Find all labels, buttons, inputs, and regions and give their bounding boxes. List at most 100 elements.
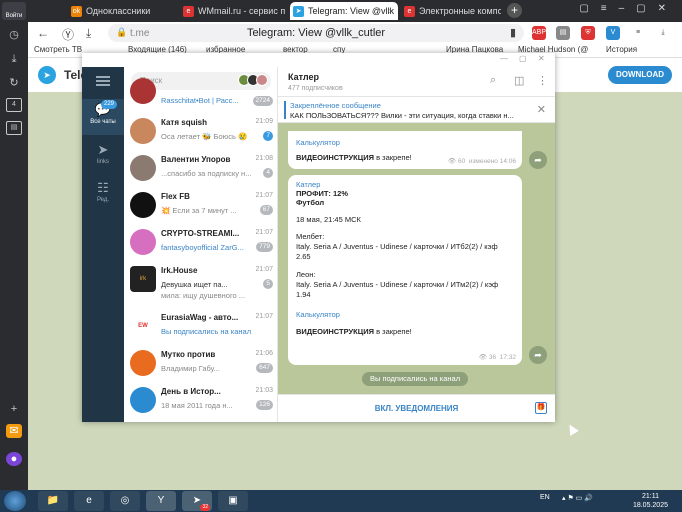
start-button[interactable]: [4, 491, 26, 511]
chat-item[interactable]: Rasschitat•Bot | Расс... 2724: [124, 78, 277, 112]
chat-preview: 💥 Если за 7 минут ...: [161, 206, 237, 215]
folder-links[interactable]: ➤ links: [82, 139, 124, 175]
download-button[interactable]: DOWNLOAD: [608, 66, 672, 84]
message-bubble[interactable]: Калькулятор ВИДЕОИНСТРУКЦИЯ в закрепе! 👁…: [288, 131, 522, 169]
downloads-icon[interactable]: ⤓: [6, 52, 22, 66]
clock-date: 18.05.2025: [632, 502, 668, 509]
message-text: в закрепе!: [374, 327, 412, 336]
page-title: Telegram: View @vllk_cutler: [246, 27, 386, 39]
abp-icon[interactable]: ABP: [532, 26, 546, 40]
chat-item[interactable]: Мутко против 21:06 Владимир Габу... 647: [124, 346, 277, 382]
odds-1: 2.65: [296, 252, 311, 261]
unread-badge: 4: [263, 168, 273, 178]
chat-item[interactable]: Flex FB 21:07 💥 Если за 7 минут ... 67: [124, 188, 277, 224]
telegram-taskbar-icon[interactable]: ➤ 32: [182, 491, 212, 511]
alice-icon[interactable]: ●: [6, 452, 22, 466]
download-icon[interactable]: ⤓: [86, 26, 91, 41]
telegram-window: — ▢ ✕ 💬 229 Все чаты ➤ links ☷ Ред. Поис…: [82, 53, 555, 422]
message-meta: 👁 36 17:32: [478, 354, 516, 361]
chat-item[interactable]: День в Истор... 21:03 18 мая 2011 года н…: [124, 383, 277, 419]
calculator-link[interactable]: Калькулятор: [296, 138, 514, 147]
add-icon[interactable]: +: [6, 402, 22, 416]
shield-icon[interactable]: ⛨: [581, 26, 595, 40]
message-bold-text: ВИДЕОИНСТРУКЦИЯ: [296, 153, 375, 162]
telegram-unread-badge: 32: [200, 504, 210, 511]
view-count: 60: [457, 158, 466, 165]
forward-icon[interactable]: ➦: [529, 151, 547, 169]
bookmaker-2: Леон:: [296, 270, 316, 279]
bookmark-icon[interactable]: ▮: [510, 26, 516, 39]
search-icon[interactable]: ⌕: [490, 74, 496, 87]
channel-header[interactable]: Катлер 477 подписчиков ⌕ ◫ ⋮: [278, 67, 555, 97]
yandex-icon: e: [404, 6, 415, 17]
tab-counter-icon[interactable]: 4: [6, 98, 22, 112]
menu-icon[interactable]: ≡: [631, 26, 645, 40]
mail-icon[interactable]: ✉: [6, 424, 22, 438]
tab-wmmail[interactable]: e WMmail.ru - сервис по: [180, 2, 285, 20]
close-pinned-icon[interactable]: ✕: [537, 103, 546, 116]
chat-time: 21:09: [255, 118, 273, 125]
gift-icon[interactable]: 🎁: [535, 402, 547, 414]
folder-label: Ред.: [96, 197, 110, 203]
forward-icon[interactable]: ➦: [529, 346, 547, 364]
yandex-home-icon[interactable]: Ⓨ: [62, 26, 74, 43]
unread-badge: 2724: [252, 96, 273, 106]
ie-icon[interactable]: e: [74, 491, 104, 511]
chat-preview: Оса летает 🐝 Боюсь 😢: [161, 132, 248, 141]
vpn-icon[interactable]: V: [606, 26, 620, 40]
chat-item[interactable]: Валентин Упоров 21:08 ...спасибо за подп…: [124, 151, 277, 187]
new-tab-button[interactable]: +: [507, 3, 522, 18]
chrome-icon[interactable]: ◎: [110, 491, 140, 511]
explorer-icon[interactable]: 📁: [38, 491, 68, 511]
service-message: Вы подписались на канал: [362, 372, 469, 386]
chat-time: 21:07: [255, 313, 273, 320]
bookmark-item[interactable]: Смотреть ТВ: [34, 45, 82, 54]
download-arrow-icon[interactable]: ⤓: [656, 26, 670, 40]
bet-line-1: Italy. Seria A / Juventus - Udinese / ка…: [296, 242, 498, 251]
minimize-icon[interactable]: —: [500, 54, 508, 63]
avatar: [130, 387, 156, 413]
back-icon[interactable]: ←: [37, 26, 49, 40]
calculator-link[interactable]: Калькулятор: [296, 310, 514, 319]
maximize-icon[interactable]: ▢: [519, 54, 527, 63]
chat-item[interactable]: CRYPTO-STREAMI... 21:07 fantasyboyoffici…: [124, 225, 277, 261]
refresh-icon[interactable]: ↻: [6, 76, 22, 90]
close-tab-icon[interactable]: ×: [389, 2, 394, 20]
tab-telegram[interactable]: ➤ Telegram: View @vllk ×: [290, 2, 398, 20]
sidebar-toggle-icon[interactable]: ◫: [514, 74, 524, 87]
system-clock[interactable]: 21:11 18.05.2025: [633, 492, 668, 510]
folder-edit[interactable]: ☷ Ред.: [82, 177, 124, 213]
bookmaker-1: Мелбет:: [296, 232, 325, 241]
message-bubble[interactable]: Катлер ПРОФИТ: 12% Футбол 18 мая, 21:45 …: [288, 175, 522, 365]
window-titlebar: — ▢ ✕: [82, 53, 555, 67]
chat-time: 21:08: [255, 155, 273, 162]
address-field[interactable]: 🔒 t.me Telegram: View @vllk_cutler ▮: [108, 24, 524, 42]
history-icon[interactable]: ◷: [6, 28, 22, 42]
enable-notifications-button[interactable]: ВКЛ. УВЕДОМЛЕНИЯ: [278, 404, 555, 413]
folder-all-chats[interactable]: 💬 229 Все чаты: [82, 99, 124, 135]
hamburger-menu-icon[interactable]: [96, 76, 110, 86]
more-options-icon[interactable]: ⋮: [537, 74, 548, 87]
stories-avatars[interactable]: [238, 74, 268, 88]
avatar: [130, 229, 156, 255]
chat-item[interactable]: EW EurasiaWag - авто... 21:07 Вы подписа…: [124, 309, 277, 345]
close-icon[interactable]: ✕: [538, 54, 545, 63]
yandex-login-button[interactable]: Войти: [2, 2, 26, 20]
yandex-browser-icon[interactable]: Y: [146, 491, 176, 511]
chat-item[interactable]: irk Irk.House 21:07 Девушка ищет па... м…: [124, 262, 277, 308]
pinned-message[interactable]: Закреплённое сообщение КАК ПОЛЬЗОВАТЬСЯ?…: [278, 97, 555, 123]
collections-icon[interactable]: ▤: [6, 121, 22, 135]
window-controls[interactable]: ▢≡–▢✕: [579, 3, 678, 14]
tray-icons[interactable]: ▴ ⚑ ▭ 🔊: [562, 494, 593, 502]
chat-preview: Rasschitat•Bot | Расс...: [161, 96, 239, 105]
unread-badge: 5: [263, 279, 273, 289]
tab-odnoklassniki[interactable]: ok Одноклассники: [68, 2, 173, 20]
chat-item[interactable]: Катя squish 21:09 Оса летает 🐝 Боюсь 😢 7: [124, 114, 277, 150]
reader-icon[interactable]: ▤: [556, 26, 570, 40]
chat-name: Мутко против: [161, 350, 216, 359]
language-indicator[interactable]: EN: [540, 494, 550, 501]
app-icon[interactable]: ▣: [218, 491, 248, 511]
bookmark-item[interactable]: История: [606, 45, 637, 54]
tab-electronics[interactable]: e Электронные компоне: [401, 2, 501, 20]
chat-name: День в Истор...: [161, 387, 221, 396]
